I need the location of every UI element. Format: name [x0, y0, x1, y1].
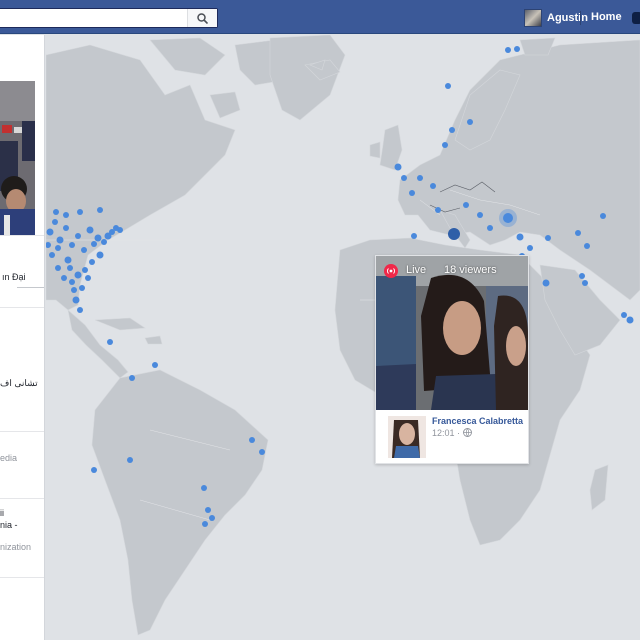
top-bar: Agustin Home — [0, 0, 640, 34]
time-text: 12:01 · — [432, 428, 461, 438]
sidebar-separator — [17, 287, 44, 288]
profile-link[interactable]: Agustin — [524, 9, 588, 27]
avatar — [524, 9, 542, 27]
home-link[interactable]: Home — [591, 11, 622, 23]
broadcast-time: 12:01 · — [432, 428, 472, 438]
sidebar-item-title[interactable]: nia - — [0, 520, 18, 530]
sidebar-separator — [0, 307, 44, 308]
sidebar-item-title[interactable]: ii — [0, 508, 4, 518]
profile-name: Agustin — [547, 12, 588, 24]
search-input[interactable] — [0, 9, 186, 27]
live-label: Live — [406, 264, 427, 276]
live-video-preview[interactable]: Live 18 viewers — [376, 256, 528, 410]
search-icon — [197, 12, 208, 24]
thumbnail-caption: s — [38, 93, 43, 104]
live-badge — [384, 264, 398, 278]
sidebar-item-subtitle: nization — [0, 542, 32, 552]
search-box — [0, 8, 218, 28]
map-land — [46, 35, 640, 636]
highlight-dot — [503, 213, 513, 223]
sidebar-item-title[interactable]: تشانی اف — [0, 378, 38, 389]
sidebar-separator — [0, 431, 44, 432]
sidebar-separator — [0, 577, 44, 578]
broadcaster-name[interactable]: Francesca Calabretta — [432, 416, 523, 426]
viewer-count: 18 viewers — [444, 264, 497, 276]
broadcaster-avatar[interactable] — [388, 416, 426, 458]
world-map[interactable] — [46, 35, 640, 640]
live-video-card[interactable]: Live 18 viewers Francesca Calabretta 12:… — [375, 255, 529, 464]
broadcast-icon — [387, 268, 395, 274]
globe-icon — [462, 428, 472, 437]
sidebar-item-subtitle: edia — [0, 453, 18, 463]
featured-video-thumbnail[interactable] — [0, 81, 35, 236]
live-sidebar: s ın Đại تشانی اف edia ii nia - nization — [0, 35, 45, 640]
nav-divider — [580, 11, 581, 25]
sidebar-item-title[interactable]: ın Đại — [2, 272, 26, 282]
friend-requests-icon[interactable] — [632, 12, 640, 24]
sidebar-separator — [0, 498, 44, 499]
selected-dot — [448, 228, 460, 240]
sidebar-separator — [0, 235, 44, 236]
search-button[interactable] — [187, 9, 217, 27]
